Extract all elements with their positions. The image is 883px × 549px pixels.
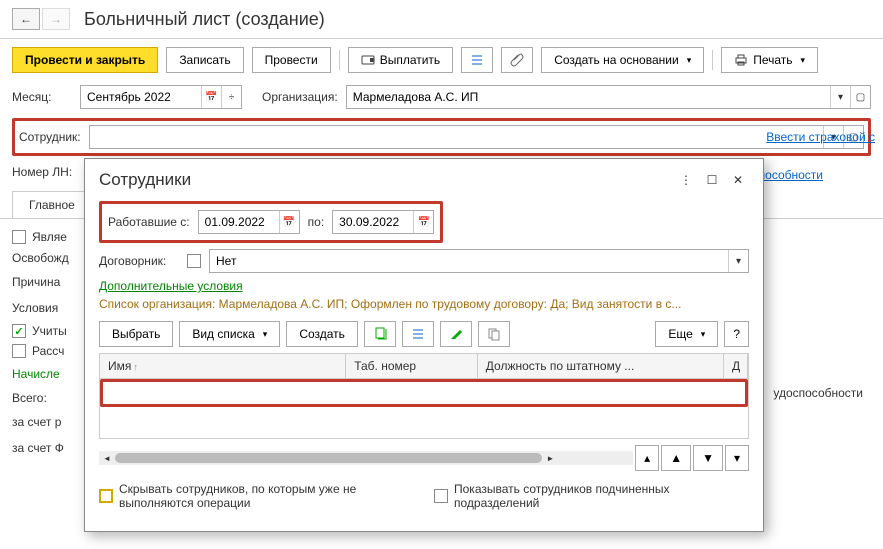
select-button[interactable]: Выбрать (99, 321, 173, 347)
popup-footer: Скрывать сотрудников, по которым уже не … (99, 471, 749, 521)
scroll-top-button[interactable]: ▴ (635, 445, 659, 471)
print-button[interactable]: Печать (721, 47, 818, 73)
popup-toolbar: Выбрать Вид списка Создать Еще ? (99, 315, 749, 353)
col-d[interactable]: Д (724, 354, 748, 378)
month-label: Месяц: (12, 90, 72, 104)
popup-body: Работавшие с: 📅 по: 📅 Договорник: ▾ Допо… (85, 201, 763, 531)
list-icon (411, 327, 425, 341)
month-org-row: Месяц: 📅 ÷ Организация: ▾ ▢ (0, 81, 883, 113)
docs-button[interactable] (478, 321, 510, 347)
contractor-input[interactable] (210, 251, 728, 271)
paperclip-icon (510, 53, 524, 67)
submit-button[interactable]: Провести (252, 47, 331, 73)
show-sub-label: Показывать сотрудников подчиненных подра… (454, 482, 714, 510)
view-button[interactable]: Вид списка (179, 321, 280, 347)
insurance-link-container: Ввести страховой с (766, 130, 875, 144)
hide-checkbox[interactable] (99, 489, 113, 503)
col-tab[interactable]: Таб. номер (346, 354, 478, 378)
create-based-button[interactable]: Создать на основании (541, 47, 704, 73)
date-filter-row: Работавшие с: 📅 по: 📅 (102, 204, 440, 240)
show-sub-checkbox[interactable] (434, 489, 448, 503)
submit-close-button[interactable]: Провести и закрыть (12, 47, 158, 73)
org-input-group: ▾ ▢ (346, 85, 871, 109)
contractor-label: Договорник: (99, 254, 179, 268)
page-title: Больничный лист (создание) (84, 9, 325, 30)
is-checkbox[interactable] (12, 230, 26, 244)
col-position[interactable]: Должность по штатному ... (478, 354, 724, 378)
hide-label: Скрывать сотрудников, по которым уже не … (119, 482, 379, 510)
page-header: ← → Больничный лист (создание) (0, 0, 883, 39)
calendar-icon[interactable]: 📅 (201, 86, 221, 108)
pay-button[interactable]: Выплатить (348, 47, 454, 73)
copy-icon (373, 327, 387, 341)
org-input[interactable] (347, 87, 830, 107)
worked-from-label: Работавшие с: (108, 215, 190, 229)
calc-label: Рассч (32, 344, 64, 358)
calc-checkbox[interactable] (12, 344, 26, 358)
employee-row-container: Сотрудник: ▾ ▢ (0, 113, 883, 161)
back-button[interactable]: ← (12, 8, 40, 30)
scroll-left-icon[interactable]: ◄ (99, 451, 115, 465)
month-input-group: 📅 ÷ (80, 85, 242, 109)
popup-more-icon[interactable]: ⋮ (675, 169, 697, 191)
edit-button[interactable] (440, 321, 472, 347)
popup-close-icon[interactable]: ✕ (727, 169, 749, 191)
scroll-down-button[interactable]: ▼ (693, 445, 723, 471)
popup-maximize-icon[interactable]: ☐ (701, 169, 723, 191)
contractor-checkbox[interactable] (187, 254, 201, 268)
month-input[interactable] (81, 87, 201, 107)
contractor-dropdown-icon[interactable]: ▾ (728, 250, 748, 272)
popup-title: Сотрудники (99, 170, 671, 190)
main-toolbar: Провести и закрыть Записать Провести Вып… (0, 39, 883, 81)
scroll-up-button[interactable]: ▲ (661, 445, 691, 471)
grid-body (99, 379, 749, 439)
documents-icon (487, 327, 501, 341)
employee-input-group: ▾ ▢ (89, 125, 864, 149)
date-from-calendar-icon[interactable]: 📅 (279, 211, 299, 233)
filter-summary: Список организация: Мармеладова А.С. ИП;… (99, 293, 749, 315)
date-to-label: по: (308, 215, 325, 229)
list-button[interactable] (461, 47, 493, 73)
accounting-label: Учиты (32, 324, 67, 338)
popup-header: Сотрудники ⋮ ☐ ✕ (85, 159, 763, 201)
accounting-checkbox[interactable] (12, 324, 26, 338)
employee-input[interactable] (90, 127, 823, 147)
scroll-bottom-button[interactable]: ▾ (725, 445, 749, 471)
date-to-input[interactable] (333, 212, 413, 232)
scroll-right-icon[interactable]: ► (542, 451, 558, 465)
employee-picker-popup: Сотрудники ⋮ ☐ ✕ Работавшие с: 📅 по: 📅 Д… (84, 158, 764, 532)
tab-main[interactable]: Главное (12, 191, 92, 218)
printer-icon (734, 53, 748, 67)
h-scrollbar[interactable]: ◄ ► (99, 451, 633, 465)
ln-label: Номер ЛН: (12, 165, 72, 179)
more-button[interactable]: Еще (655, 321, 718, 347)
attach-button[interactable] (501, 47, 533, 73)
date-from-input[interactable] (199, 212, 279, 232)
grid-header: Имя↑ Таб. номер Должность по штатному ..… (99, 353, 749, 379)
save-button[interactable]: Записать (166, 47, 243, 73)
employee-label: Сотрудник: (19, 130, 81, 144)
spinner-icon[interactable]: ÷ (221, 86, 241, 108)
org-dropdown-icon[interactable]: ▾ (830, 86, 850, 108)
truncated-text: удоспособности (773, 386, 863, 400)
create-button[interactable]: Создать (286, 321, 358, 347)
help-button[interactable]: ? (724, 321, 749, 347)
is-label: Являе (32, 230, 67, 244)
date-to-calendar-icon[interactable]: 📅 (413, 211, 433, 233)
org-label: Организация: (262, 90, 338, 104)
grid-empty-row[interactable] (100, 379, 748, 407)
org-open-icon[interactable]: ▢ (850, 86, 870, 108)
wallet-icon (361, 53, 375, 67)
pencil-icon (449, 327, 463, 341)
insurance-link[interactable]: Ввести страховой с (766, 130, 875, 144)
col-name[interactable]: Имя↑ (100, 354, 346, 378)
copy-button[interactable] (364, 321, 396, 347)
forward-button: → (42, 8, 70, 30)
extra-conditions-link[interactable]: Дополнительные условия (99, 279, 749, 293)
list2-button[interactable] (402, 321, 434, 347)
list-icon (470, 53, 484, 67)
